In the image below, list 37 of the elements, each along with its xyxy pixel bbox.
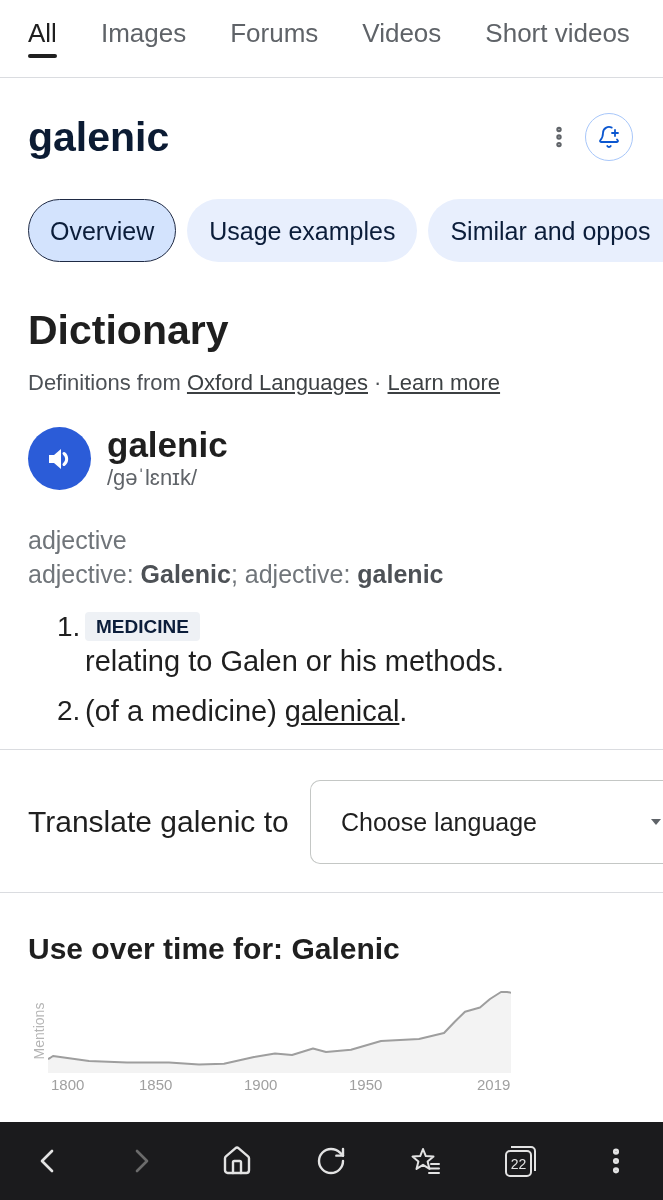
list-number: 1. <box>57 612 82 641</box>
bell-plus-icon <box>597 125 621 149</box>
translate-label: Translate galenic to <box>28 804 289 840</box>
tabs-icon <box>504 1145 537 1177</box>
headword: galenic <box>107 425 228 465</box>
list-number: 2. <box>57 694 82 728</box>
axis-tick-label: 1800 <box>51 1076 85 1094</box>
source-note: Definitions from Oxford Languages · Learn more <box>28 369 502 397</box>
definition-text: relating to Galen or his methods. <box>85 644 505 679</box>
word-link[interactable]: galenical <box>284 695 400 727</box>
learn-more-link[interactable]: Learn more <box>387 370 501 395</box>
subject-tag: MEDICINE <box>85 612 200 641</box>
axis-label: Mentions <box>32 1002 46 1059</box>
axis-tick-label: 1900 <box>244 1076 278 1094</box>
chart-title: Use over time for: Galenic <box>28 931 401 967</box>
filter-chip[interactable]: Similar and oppos <box>428 199 663 262</box>
page-title: galenic <box>28 113 170 161</box>
part-of-speech: adjective <box>28 525 128 556</box>
search-tab[interactable]: Forums <box>230 18 319 58</box>
tabs-button[interactable]: 22 <box>504 1145 537 1177</box>
dropdown-caret-icon <box>651 819 661 825</box>
language-dropdown[interactable]: Choose language <box>310 780 663 864</box>
source-link[interactable]: Oxford Languages <box>186 370 368 395</box>
definition-text: (of a medicine) galenical. <box>85 694 408 729</box>
star-list-icon[interactable] <box>410 1145 443 1177</box>
search-tab[interactable]: Videos <box>362 18 442 58</box>
filter-chip[interactable]: Overview <box>28 199 177 262</box>
search-tab[interactable]: All <box>28 18 57 58</box>
pronunciation-text: /gəˈlɛnɪk/ <box>107 465 199 491</box>
filter-chip[interactable]: Usage examples <box>187 199 418 262</box>
section-heading: Dictionary <box>28 306 230 354</box>
word-forms: adjective: Galenic; adjective: galenic <box>28 559 445 590</box>
axis-tick-label: 1850 <box>139 1076 173 1094</box>
search-tab[interactable]: Images <box>100 18 187 58</box>
axis-tick-label: 2019 <box>477 1076 511 1094</box>
search-tab[interactable]: Short videos <box>485 18 630 58</box>
axis-tick-label: 1950 <box>349 1076 383 1094</box>
